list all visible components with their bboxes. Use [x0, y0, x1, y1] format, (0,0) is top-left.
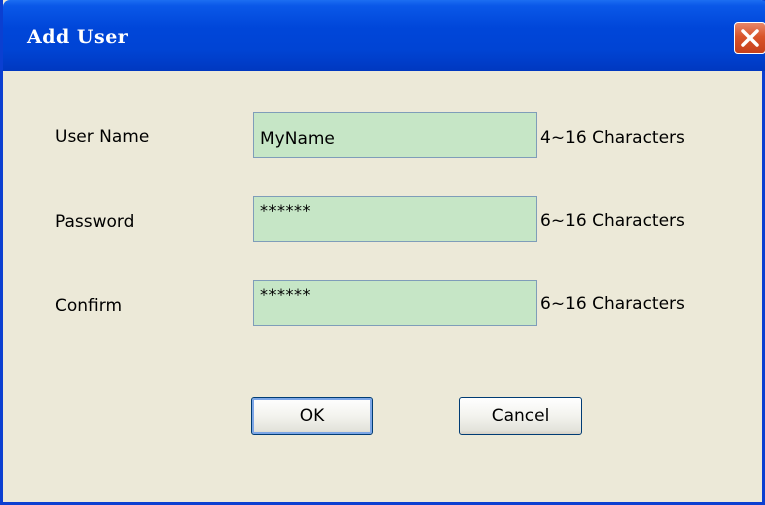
confirm-hint: 6~16 Characters [540, 294, 685, 314]
add-user-dialog: Add User User Name 4~16 Characters Passw… [0, 0, 765, 505]
username-field[interactable] [253, 112, 537, 158]
ok-button[interactable]: OK [251, 397, 373, 435]
password-hint: 6~16 Characters [540, 211, 685, 231]
confirm-label: Confirm [55, 296, 123, 316]
password-label: Password [55, 212, 135, 232]
username-hint: 4~16 Characters [540, 128, 685, 148]
username-label: User Name [55, 127, 150, 147]
window-title: Add User [27, 26, 129, 48]
cancel-button[interactable]: Cancel [459, 397, 582, 435]
password-field[interactable]: ****** [253, 196, 537, 242]
close-icon [741, 29, 759, 47]
confirm-password-field[interactable]: ****** [253, 280, 537, 326]
close-button[interactable] [734, 22, 765, 54]
title-bar[interactable]: Add User [3, 0, 765, 71]
